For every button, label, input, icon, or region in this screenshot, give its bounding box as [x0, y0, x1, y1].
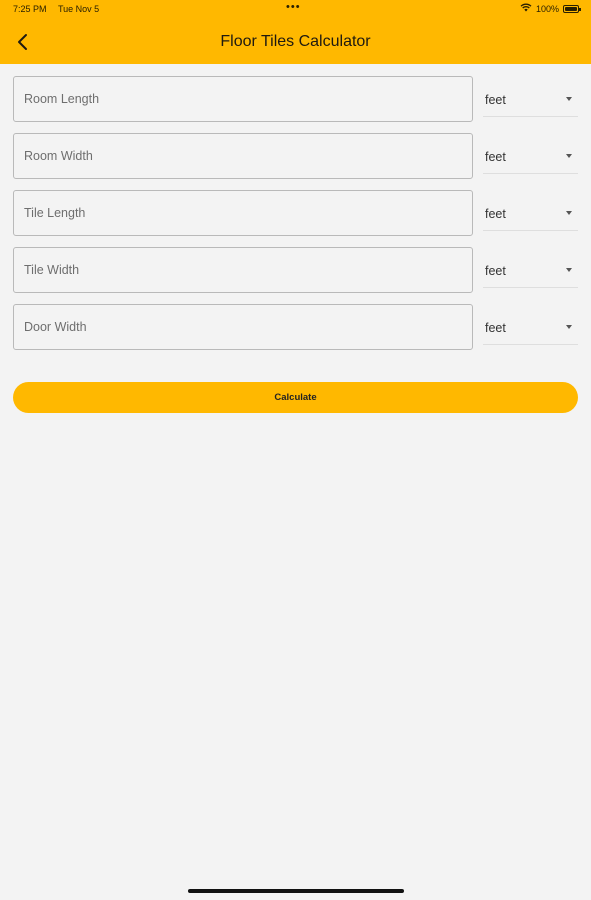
- dropdown-arrow-icon: [566, 325, 572, 329]
- unit-value: feet: [485, 150, 506, 164]
- unit-value: feet: [485, 321, 506, 335]
- field-placeholder: Door Width: [24, 320, 87, 334]
- field-placeholder: Tile Width: [24, 263, 80, 277]
- field-placeholder: Tile Length: [24, 206, 86, 220]
- room-width-row: Room Width feet: [13, 133, 578, 179]
- battery-percent: 100%: [535, 3, 559, 14]
- dropdown-arrow-icon: [566, 211, 572, 215]
- door-width-input[interactable]: Door Width: [13, 304, 473, 350]
- dropdown-arrow-icon: [566, 154, 572, 158]
- status-date: Tue Nov 5: [58, 4, 100, 14]
- door-width-unit-dropdown[interactable]: feet: [483, 308, 578, 345]
- room-width-input[interactable]: Room Width: [13, 133, 473, 179]
- room-length-row: Room Length feet: [13, 76, 578, 122]
- unit-value: feet: [485, 93, 506, 107]
- status-right: 100%: [520, 3, 581, 14]
- door-width-row: Door Width feet: [13, 304, 578, 350]
- status-bar: 7:25 PM Tue Nov 5 ••• 100%: [0, 0, 591, 20]
- status-time: 7:25 PM: [13, 4, 47, 14]
- unit-value: feet: [485, 207, 506, 221]
- field-placeholder: Room Width: [24, 149, 93, 163]
- dropdown-arrow-icon: [566, 268, 572, 272]
- tile-length-row: Tile Length feet: [13, 190, 578, 236]
- tile-width-unit-dropdown[interactable]: feet: [483, 251, 578, 288]
- tile-width-row: Tile Width feet: [13, 247, 578, 293]
- room-length-unit-dropdown[interactable]: feet: [483, 80, 578, 117]
- room-width-unit-dropdown[interactable]: feet: [483, 137, 578, 174]
- battery-icon: [563, 4, 581, 13]
- tile-width-input[interactable]: Tile Width: [13, 247, 473, 293]
- home-indicator[interactable]: [188, 889, 404, 893]
- tile-length-input[interactable]: Tile Length: [13, 190, 473, 236]
- room-length-input[interactable]: Room Length: [13, 76, 473, 122]
- calculate-button[interactable]: Calculate: [13, 382, 578, 413]
- field-placeholder: Room Length: [24, 92, 100, 106]
- wifi-icon: [520, 3, 532, 14]
- top-bar: 7:25 PM Tue Nov 5 ••• 100% Floor Tiles C…: [0, 0, 591, 64]
- page-title: Floor Tiles Calculator: [220, 33, 371, 50]
- tile-length-unit-dropdown[interactable]: feet: [483, 194, 578, 231]
- unit-value: feet: [485, 264, 506, 278]
- dropdown-arrow-icon: [566, 97, 572, 101]
- multitask-dots[interactable]: •••: [286, 1, 301, 13]
